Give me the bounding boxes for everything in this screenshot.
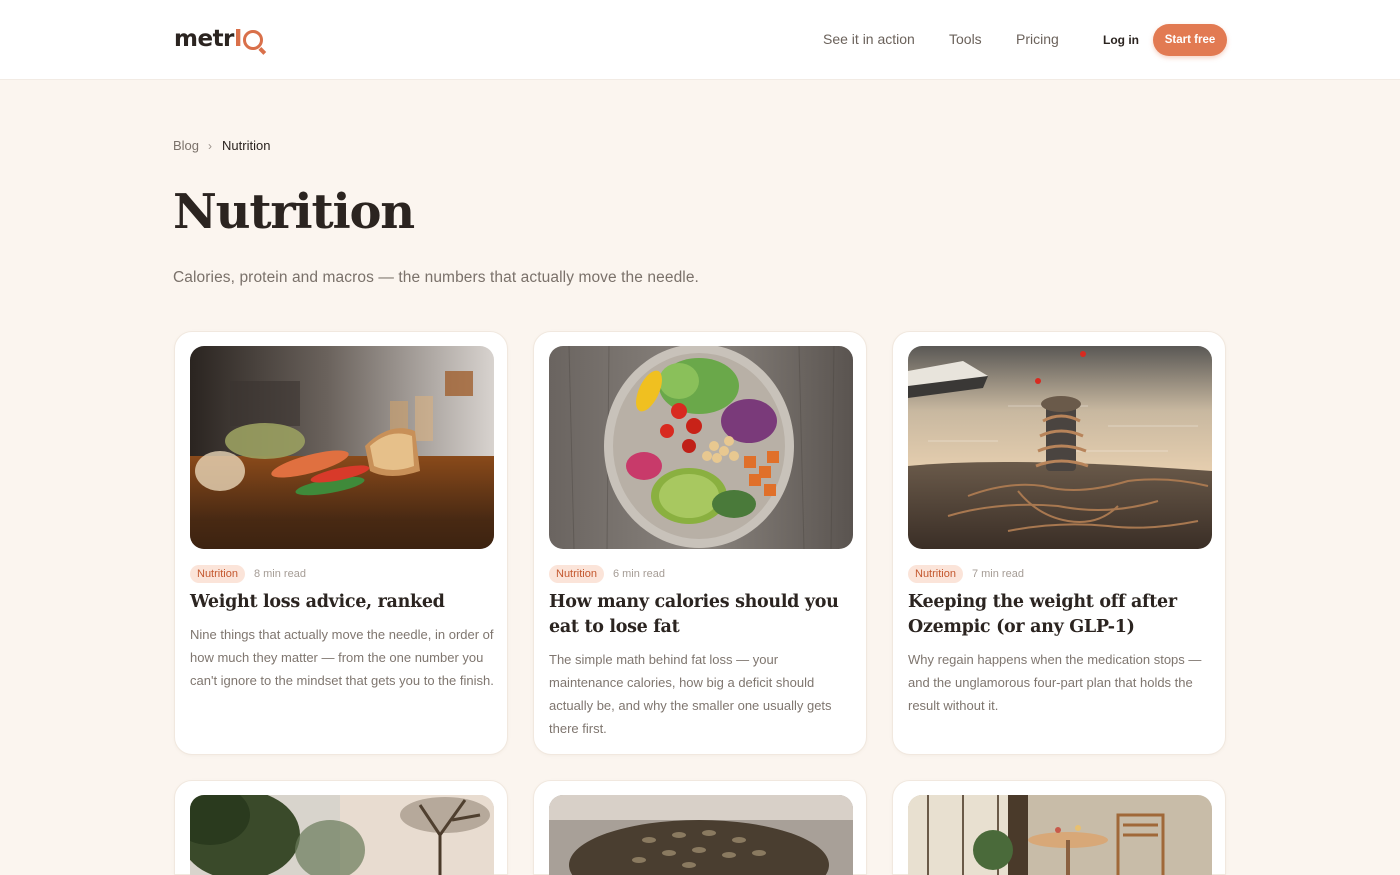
- kitchen-counter-vegetables-photo: [190, 346, 494, 549]
- article-description: Nine things that actually move the needl…: [190, 627, 494, 688]
- page-title: Nutrition: [173, 184, 415, 240]
- metriq-logo[interactable]: metr I: [174, 26, 263, 52]
- article-title[interactable]: Weight loss advice, ranked: [190, 590, 498, 615]
- article-card[interactable]: Nutrition 8 min read Weight loss advice,…: [174, 331, 508, 755]
- breadcrumb-blog-link[interactable]: Blog: [173, 138, 199, 153]
- category-tag[interactable]: Nutrition: [908, 565, 963, 583]
- article-title[interactable]: Keeping the weight off after Ozempic (or…: [908, 590, 1216, 640]
- read-time: 8 min read: [253, 568, 306, 580]
- nav-link-tools[interactable]: Tools: [949, 31, 982, 47]
- article-title[interactable]: How many calories should you eat to lose…: [549, 590, 857, 640]
- page-subtitle: Calories, protein and macros — the numbe…: [173, 269, 699, 286]
- magnifier-q-icon: [242, 30, 263, 50]
- article-description: The simple math behind fat loss — your m…: [549, 652, 832, 736]
- dining-room-photo: [908, 795, 1212, 875]
- article-meta: Nutrition 6 min read: [549, 565, 665, 583]
- nav-link-pricing[interactable]: Pricing: [1016, 31, 1059, 47]
- article-card[interactable]: [174, 780, 508, 875]
- article-card[interactable]: Nutrition 6 min read How many calories s…: [533, 331, 867, 755]
- article-meta: Nutrition 8 min read: [190, 565, 306, 583]
- logo-text-prefix: metr: [174, 26, 234, 52]
- article-card[interactable]: [533, 780, 867, 875]
- breadcrumb-current: Nutrition: [222, 138, 271, 153]
- start-free-button[interactable]: Start free: [1153, 24, 1227, 56]
- nav-link-see-it-in-action[interactable]: See it in action: [823, 31, 915, 47]
- breadcrumb: Blog › Nutrition: [173, 138, 270, 153]
- category-tag[interactable]: Nutrition: [549, 565, 604, 583]
- salad-bowl-photo: [549, 346, 853, 549]
- rope-bollard-shoreline-photo: [908, 346, 1212, 549]
- read-time: 6 min read: [612, 568, 665, 580]
- read-time: 7 min read: [971, 568, 1024, 580]
- forest-trees-photo: [190, 795, 494, 875]
- category-tag[interactable]: Nutrition: [190, 565, 245, 583]
- chevron-right-icon: ›: [208, 138, 213, 153]
- seeds-closeup-photo: [549, 795, 853, 875]
- article-description: Why regain happens when the medication s…: [908, 652, 1202, 713]
- top-navigation-bar: metr I See it in action Tools Pricing Log…: [0, 0, 1400, 80]
- login-link[interactable]: Log in: [1103, 33, 1139, 47]
- article-meta: Nutrition 7 min read: [908, 565, 1024, 583]
- logo-text-suffix: I: [233, 26, 243, 52]
- article-card[interactable]: Nutrition 7 min read Keeping the weight …: [892, 331, 1226, 755]
- article-card[interactable]: [892, 780, 1226, 875]
